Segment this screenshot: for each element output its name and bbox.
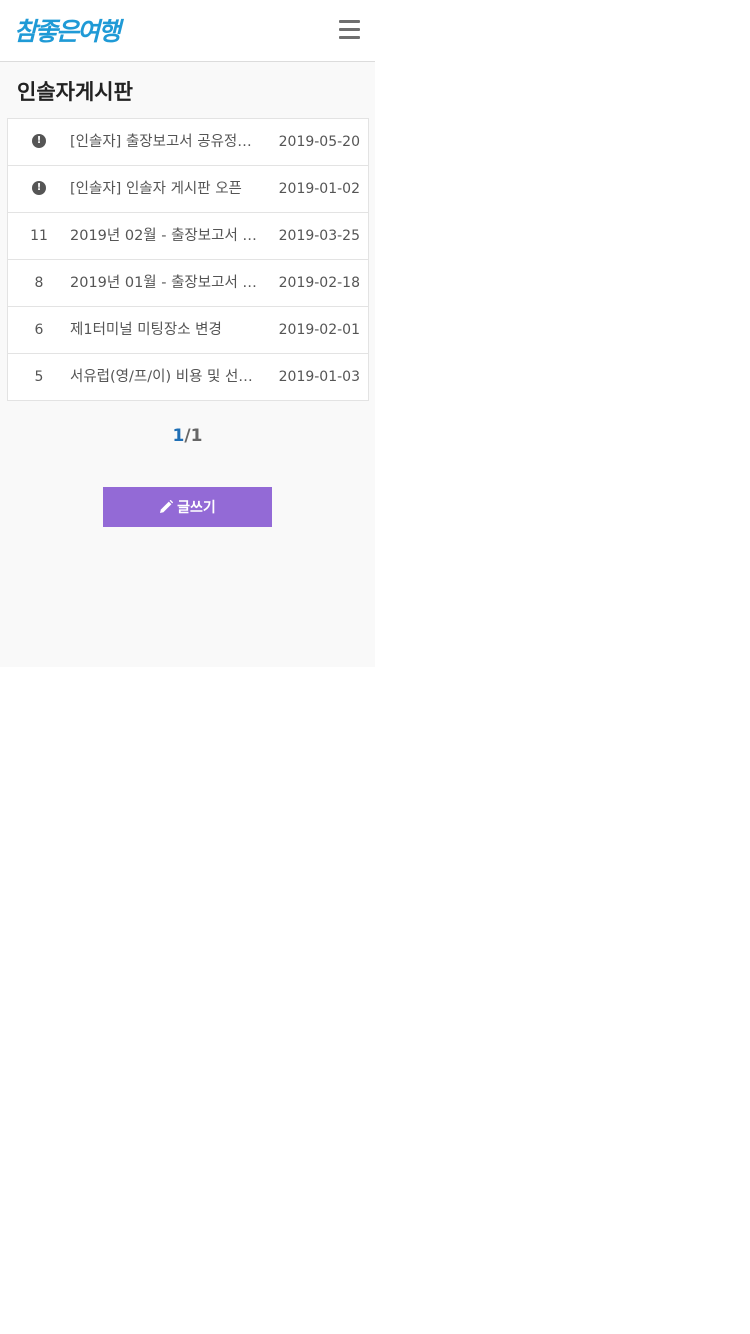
pager-current-page[interactable]: 1 [173,426,185,446]
notice-icon: ! [32,133,46,148]
row-subject-link[interactable]: 2019년 02월 - 출장보고서 … [70,213,266,259]
row-subject-link[interactable]: [인솔자] 출장보고서 공유정… [70,119,266,165]
pagination: 1/1 [0,426,375,446]
row-number: ! [8,166,70,212]
site-logo[interactable]: 참좋은여행 [14,12,121,48]
page-title: 인솔자게시판 [17,80,133,104]
hamburger-icon [339,20,360,23]
notice-icon: ! [32,180,46,195]
row-number: 6 [34,322,44,338]
row-number: ! [8,119,70,165]
board-row[interactable]: 11 2019년 02월 - 출장보고서 … 2019-03-25 [8,213,368,260]
row-date: 2019-01-03 [278,369,360,385]
site-header: 참좋은여행 [0,0,375,62]
row-subject-link[interactable]: [인솔자] 인솔자 게시판 오픈 [70,166,266,212]
write-post-button[interactable]: 글쓰기 [103,487,272,527]
board-list: ! [인솔자] 출장보고서 공유정… 2019-05-20 ! [인솔자] 인솔… [7,118,369,401]
hamburger-menu-button[interactable] [336,18,362,42]
row-date: 2019-05-20 [278,134,360,150]
mobile-viewport: 참좋은여행 인솔자게시판 ! [인솔자] 출장보고서 공유정… 2019-05-… [0,0,375,667]
write-button-label: 글쓰기 [177,500,216,516]
row-subject-link[interactable]: 제1터미널 미팅장소 변경 [70,307,266,353]
pencil-icon [160,500,174,513]
row-subject-link[interactable]: 서유럽(영/프/이) 비용 및 선… [70,354,266,400]
board-row[interactable]: 5 서유럽(영/프/이) 비용 및 선… 2019-01-03 [8,354,368,400]
board-row[interactable]: ! [인솔자] 인솔자 게시판 오픈 2019-01-02 [8,166,368,213]
row-number: 5 [34,369,44,385]
row-subject-link[interactable]: 2019년 01월 - 출장보고서 … [70,260,266,306]
row-date: 2019-02-18 [278,275,360,291]
board-row[interactable]: 8 2019년 01월 - 출장보고서 … 2019-02-18 [8,260,368,307]
row-date: 2019-03-25 [278,228,360,244]
row-number: 11 [30,228,48,244]
row-date: 2019-02-01 [278,322,360,338]
row-date: 2019-01-02 [278,181,360,197]
row-number: 8 [34,275,44,291]
board-row[interactable]: ! [인솔자] 출장보고서 공유정… 2019-05-20 [8,119,368,166]
pager-total-pages: 1 [190,426,203,446]
board-row[interactable]: 6 제1터미널 미팅장소 변경 2019-02-01 [8,307,368,354]
